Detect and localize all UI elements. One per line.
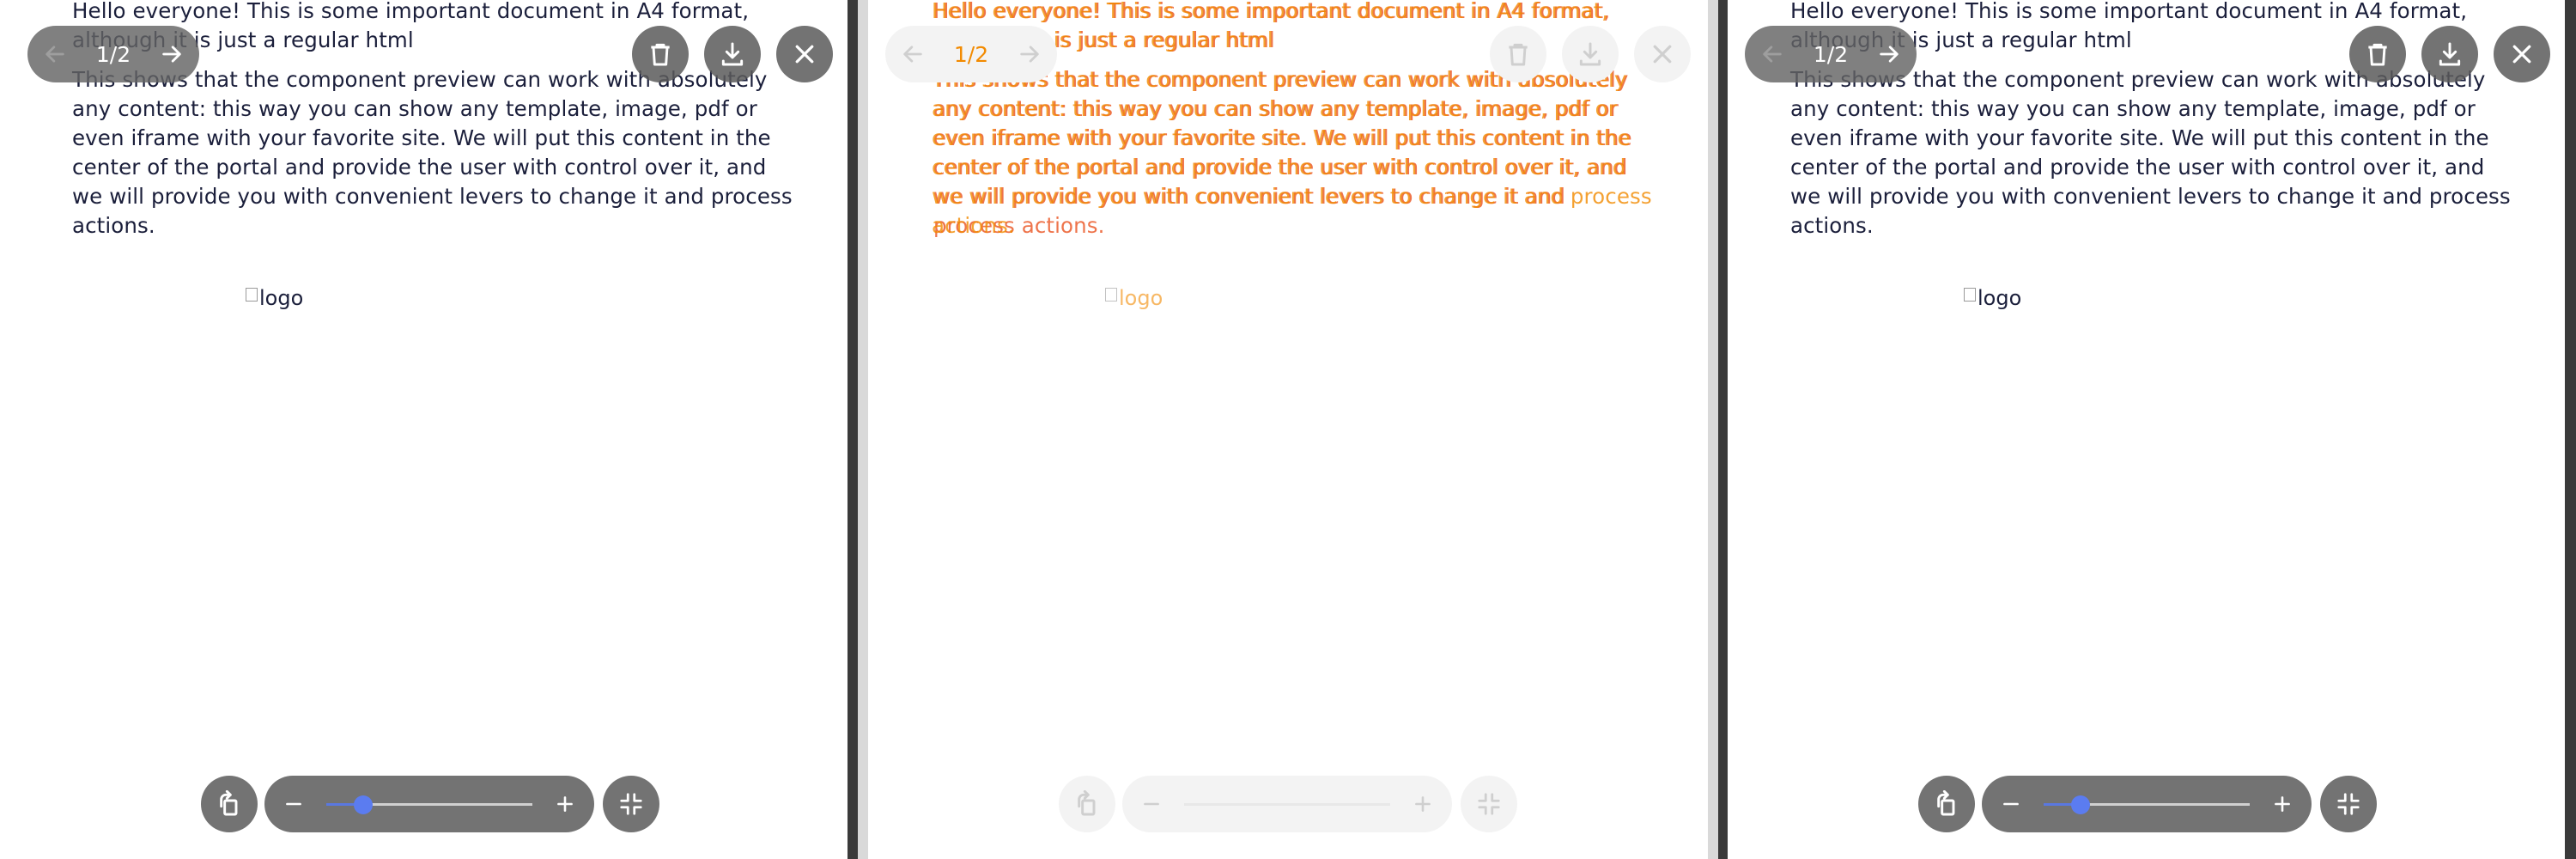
delete-button[interactable] [632, 26, 689, 82]
panel-divider [858, 0, 868, 859]
fit-screen-button[interactable] [1461, 776, 1517, 832]
download-icon [2439, 42, 2461, 66]
panel-divider [1718, 0, 1728, 859]
arrow-right-icon [162, 46, 181, 63]
page-counter: 1/2 [953, 41, 989, 67]
zoom-controls [1982, 776, 2312, 832]
minus-icon [286, 802, 301, 806]
delete-button[interactable] [2349, 26, 2406, 82]
logo-alt-text: logo [1978, 286, 2022, 310]
minus-icon [2003, 802, 2019, 806]
next-page-button[interactable] [1014, 39, 1045, 70]
zoom-slider-thumb[interactable] [354, 795, 374, 814]
fit-screen-button[interactable] [2320, 776, 2377, 832]
broken-image-icon [246, 288, 258, 302]
logo-image: logo [246, 286, 303, 310]
page-counter: 1/2 [1813, 41, 1849, 67]
prev-page-button[interactable] [39, 39, 70, 70]
rotate-button[interactable] [201, 776, 258, 832]
trash-icon [2368, 43, 2387, 66]
next-page-button[interactable] [156, 39, 187, 70]
zoom-out-button[interactable] [1994, 787, 2028, 821]
delete-button[interactable] [1490, 26, 1546, 82]
logo-alt-text: logo [259, 286, 304, 310]
trash-icon [651, 43, 670, 66]
download-button[interactable] [704, 26, 761, 82]
arrow-left-icon [1763, 46, 1782, 63]
download-button[interactable] [1562, 26, 1619, 82]
zoom-in-button[interactable] [1406, 787, 1440, 821]
panel-divider [848, 0, 858, 859]
next-page-button[interactable] [1874, 39, 1905, 70]
collapse-icon [2337, 793, 2360, 815]
zoom-slider-thumb[interactable] [2071, 795, 2091, 814]
fit-screen-button[interactable] [603, 776, 659, 832]
plus-icon [1415, 796, 1431, 812]
rotate-icon [1078, 790, 1096, 816]
logo-image: logo [1105, 286, 1163, 310]
minus-icon [1144, 802, 1159, 806]
document-paragraph-2: This shows that the component preview ca… [932, 67, 1652, 238]
zoom-in-button[interactable] [548, 787, 582, 821]
trash-icon [1509, 43, 1528, 66]
zoom-out-button[interactable] [1134, 787, 1169, 821]
zoom-slider[interactable] [1184, 787, 1390, 821]
zoom-slider[interactable] [2044, 787, 2250, 821]
preview-panel-left: Hello everyone! This is some important d… [10, 0, 848, 859]
panel-divider [1708, 0, 1718, 859]
download-icon [721, 42, 744, 66]
zoom-controls [264, 776, 594, 832]
panel-divider [2565, 0, 2576, 859]
zoom-controls [1122, 776, 1452, 832]
document-paragraph-2: This shows that the component preview ca… [72, 67, 793, 238]
page-pager: 1/2 [1745, 26, 1917, 82]
preview-panel-right: Hello everyone! This is some important d… [1728, 0, 2565, 859]
close-button[interactable] [776, 26, 833, 82]
close-icon [1653, 45, 1672, 64]
collapse-icon [1478, 793, 1500, 815]
zoom-out-button[interactable] [276, 787, 311, 821]
preview-panel-middle: Hello everyone! This is some important d… [868, 0, 1708, 859]
prev-page-button[interactable] [1757, 39, 1788, 70]
logo-alt-text: logo [1119, 286, 1163, 310]
plus-icon [557, 796, 573, 812]
rotate-button[interactable] [1918, 776, 1975, 832]
document-paragraph-2: This shows that the component preview ca… [1790, 67, 2511, 238]
close-button[interactable] [2494, 26, 2550, 82]
arrow-left-icon [903, 46, 922, 63]
close-icon [795, 45, 814, 64]
broken-image-icon [1964, 288, 1976, 302]
arrow-right-icon [1020, 46, 1039, 63]
rotate-icon [220, 790, 238, 816]
download-button[interactable] [2421, 26, 2478, 82]
arrow-right-icon [1880, 46, 1899, 63]
zoom-slider-fill [1184, 803, 1222, 806]
close-button[interactable] [1634, 26, 1691, 82]
plus-icon [2275, 796, 2290, 812]
close-icon [2512, 45, 2531, 64]
arrow-left-icon [46, 46, 64, 63]
rotate-button[interactable] [1059, 776, 1115, 832]
rotate-icon [1937, 790, 1955, 816]
broken-image-icon [1105, 288, 1117, 302]
prev-page-button[interactable] [897, 39, 928, 70]
page-pager: 1/2 [27, 26, 199, 82]
zoom-in-button[interactable] [2265, 787, 2300, 821]
page-counter: 1/2 [95, 41, 131, 67]
page-pager: 1/2 [885, 26, 1057, 82]
logo-image: logo [1964, 286, 2021, 310]
download-icon [1579, 42, 1601, 66]
zoom-slider[interactable] [326, 787, 532, 821]
collapse-icon [620, 793, 642, 815]
